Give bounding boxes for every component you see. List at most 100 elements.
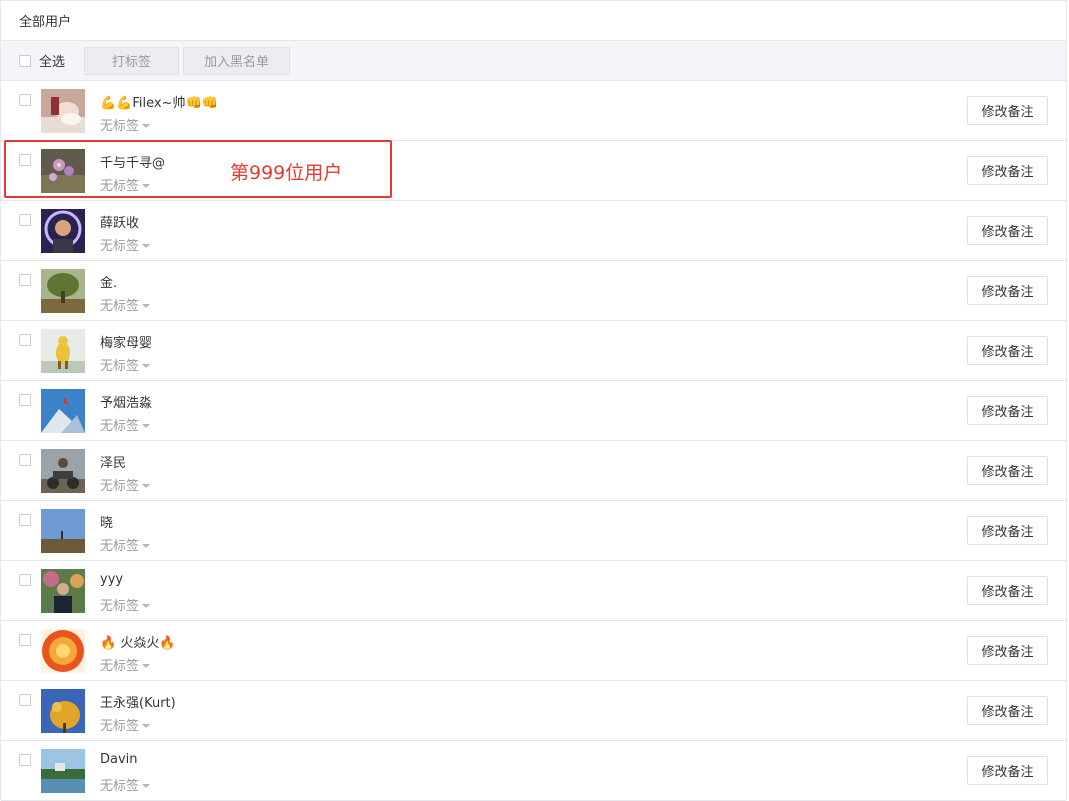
edit-remark-button[interactable]: 修改备注 (967, 696, 1048, 725)
user-name: 金. (100, 276, 118, 291)
row-checkbox[interactable] (19, 334, 31, 346)
user-name: 薛跃收 (100, 216, 140, 231)
user-name: 晓 (100, 516, 114, 531)
edit-remark-button[interactable]: 修改备注 (967, 576, 1048, 605)
user-name: yyy (100, 572, 124, 587)
tag-dropdown[interactable]: 无标签 (100, 535, 151, 554)
avatar[interactable] (41, 569, 85, 613)
tag-dropdown[interactable]: 无标签 (100, 475, 151, 494)
avatar[interactable] (41, 629, 85, 673)
row-checkbox[interactable] (19, 394, 31, 406)
avatar[interactable] (41, 389, 85, 433)
row-checkbox[interactable] (19, 514, 31, 526)
annotation-label: 第999位用户 (230, 162, 343, 184)
row-checkbox[interactable] (19, 454, 31, 466)
sky-photo-icon (41, 389, 85, 433)
avatar[interactable] (41, 329, 85, 373)
select-all-label: 全选 (39, 55, 66, 70)
user-row: 千与千寻@ 无标签 修改备注 (1, 141, 1066, 201)
tag-label: 无标签 (100, 479, 140, 494)
caret-down-icon (142, 303, 151, 308)
tag-dropdown[interactable]: 无标签 (100, 295, 151, 314)
autumn-tree-photo-icon (41, 689, 85, 733)
tag-dropdown[interactable]: 无标签 (100, 655, 151, 674)
user-name: 梅家母婴 (100, 336, 153, 351)
user-name: 千与千寻@ (100, 156, 166, 171)
tag-label: 无标签 (100, 779, 140, 794)
tag-label: 无标签 (100, 419, 140, 434)
user-name: 予烟浩淼 (100, 396, 153, 411)
edit-remark-button[interactable]: 修改备注 (967, 336, 1048, 365)
tag-label: 无标签 (100, 599, 140, 614)
avatar[interactable] (41, 509, 85, 553)
user-name: 泽民 (100, 456, 127, 471)
avatar[interactable] (41, 749, 85, 793)
lake-photo-icon (41, 749, 85, 793)
edit-remark-button[interactable]: 修改备注 (967, 276, 1048, 305)
man-garden-photo-icon (41, 569, 85, 613)
avatar[interactable] (41, 689, 85, 733)
select-all-checkbox[interactable] (19, 54, 31, 67)
avatar[interactable] (41, 449, 85, 493)
row-checkbox[interactable] (19, 214, 31, 226)
user-row: 王永强(Kurt) 无标签 修改备注 (1, 681, 1066, 741)
caret-down-icon (142, 723, 151, 728)
tag-dropdown[interactable]: 无标签 (100, 595, 151, 614)
tree-landscape-photo-icon (41, 269, 85, 313)
user-row: 予烟浩淼 无标签 修改备注 (1, 381, 1066, 441)
edit-remark-button[interactable]: 修改备注 (967, 516, 1048, 545)
hand-photo-icon (41, 89, 85, 133)
user-list-panel: 全部用户 全选 打标签 加入黑名单 💪💪Filex~帅👊👊 无标签 修改备注 千… (0, 0, 1067, 801)
sun-photo-icon (41, 629, 85, 673)
tag-dropdown[interactable]: 无标签 (100, 175, 151, 194)
select-all-control[interactable]: 全选 (19, 51, 65, 70)
flower-photo-icon (41, 149, 85, 193)
tag-dropdown[interactable]: 无标签 (100, 775, 151, 794)
edit-remark-button[interactable]: 修改备注 (967, 216, 1048, 245)
caret-down-icon (142, 183, 151, 188)
list-header: 全部用户 (1, 1, 1066, 41)
row-checkbox[interactable] (19, 574, 31, 586)
row-checkbox[interactable] (19, 154, 31, 166)
tag-button[interactable]: 打标签 (84, 46, 180, 75)
edit-remark-button[interactable]: 修改备注 (967, 396, 1048, 425)
caret-down-icon (142, 423, 151, 428)
user-row: 晓 无标签 修改备注 (1, 501, 1066, 561)
field-sky-photo-icon (41, 509, 85, 553)
caret-down-icon (142, 483, 151, 488)
tag-label: 无标签 (100, 359, 140, 374)
tag-label: 无标签 (100, 119, 140, 134)
edit-remark-button[interactable]: 修改备注 (967, 456, 1048, 485)
avatar[interactable] (41, 209, 85, 253)
user-row: 泽民 无标签 修改备注 (1, 441, 1066, 501)
bulk-action-toolbar: 全选 打标签 加入黑名单 (1, 41, 1066, 81)
user-row: Davin 无标签 修改备注 (1, 741, 1066, 801)
row-checkbox[interactable] (19, 634, 31, 646)
user-row: 金. 无标签 修改备注 (1, 261, 1066, 321)
tag-dropdown[interactable]: 无标签 (100, 415, 151, 434)
blacklist-button[interactable]: 加入黑名单 (183, 46, 291, 75)
caret-down-icon (142, 243, 151, 248)
edit-remark-button[interactable]: 修改备注 (967, 96, 1048, 125)
caret-down-icon (142, 543, 151, 548)
avatar[interactable] (41, 89, 85, 133)
row-checkbox[interactable] (19, 754, 31, 766)
row-checkbox[interactable] (19, 274, 31, 286)
avatar[interactable] (41, 269, 85, 313)
edit-remark-button[interactable]: 修改备注 (967, 156, 1048, 185)
caret-down-icon (142, 603, 151, 608)
user-name: 🔥 火焱火🔥 (100, 636, 176, 651)
user-row: 梅家母婴 无标签 修改备注 (1, 321, 1066, 381)
edit-remark-button[interactable]: 修改备注 (967, 636, 1048, 665)
user-row: yyy 无标签 修改备注 (1, 561, 1066, 621)
avatar[interactable] (41, 149, 85, 193)
motorbike-photo-icon (41, 449, 85, 493)
row-checkbox[interactable] (19, 694, 31, 706)
tag-dropdown[interactable]: 无标签 (100, 355, 151, 374)
row-checkbox[interactable] (19, 94, 31, 106)
tag-dropdown[interactable]: 无标签 (100, 715, 151, 734)
tag-label: 无标签 (100, 239, 140, 254)
tag-dropdown[interactable]: 无标签 (100, 235, 151, 254)
tag-dropdown[interactable]: 无标签 (100, 115, 151, 134)
edit-remark-button[interactable]: 修改备注 (967, 756, 1048, 785)
